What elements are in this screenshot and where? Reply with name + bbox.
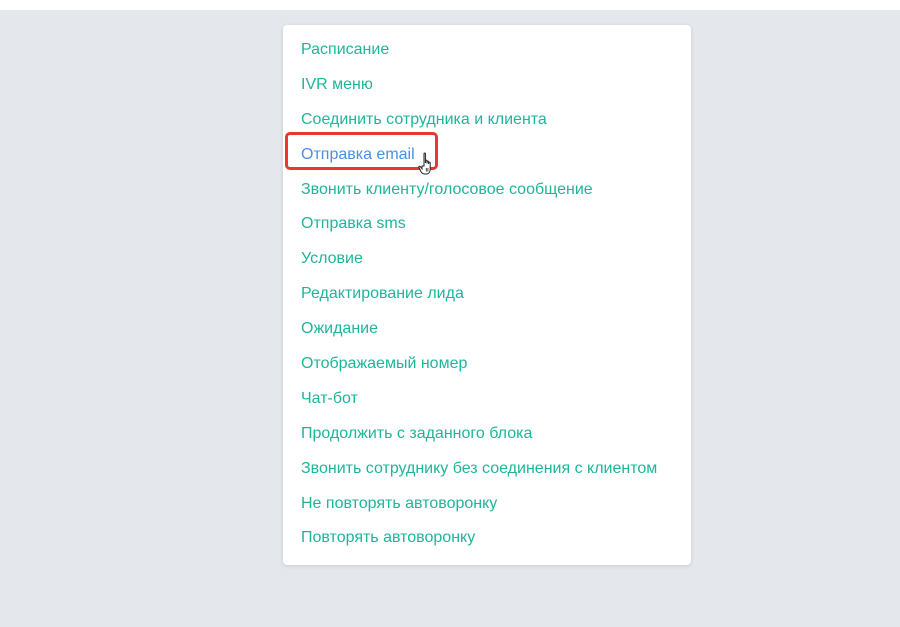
block-type-list: Расписание IVR меню Соединить сотрудника… xyxy=(283,33,691,556)
menu-item-schedule[interactable]: Расписание xyxy=(283,33,691,68)
menu-item-edit-lead[interactable]: Редактирование лида xyxy=(283,277,691,312)
menu-item-chat-bot[interactable]: Чат-бот xyxy=(283,382,691,417)
menu-item-condition[interactable]: Условие xyxy=(283,242,691,277)
menu-item-wait[interactable]: Ожидание xyxy=(283,312,691,347)
menu-item-connect-employee-client[interactable]: Соединить сотрудника и клиента xyxy=(283,103,691,138)
menu-item-call-client-voice[interactable]: Звонить клиенту/голосовое сообщение xyxy=(283,173,691,208)
menu-item-ivr-menu[interactable]: IVR меню xyxy=(283,68,691,103)
block-type-menu: Расписание IVR меню Соединить сотрудника… xyxy=(283,25,691,565)
menu-item-continue-from-block[interactable]: Продолжить с заданного блока xyxy=(283,417,691,452)
menu-item-displayed-number[interactable]: Отображаемый номер xyxy=(283,347,691,382)
hand-pointer-cursor-icon xyxy=(418,152,431,175)
menu-item-dont-repeat-funnel[interactable]: Не повторять автоворонку xyxy=(283,487,691,522)
menu-item-send-email[interactable]: Отправка email xyxy=(283,138,691,173)
menu-item-call-employee-no-connect[interactable]: Звонить сотруднику без соединения с клие… xyxy=(283,452,691,487)
menu-item-send-sms[interactable]: Отправка sms xyxy=(283,207,691,242)
menu-item-repeat-funnel[interactable]: Повторять автоворонку xyxy=(283,521,691,556)
